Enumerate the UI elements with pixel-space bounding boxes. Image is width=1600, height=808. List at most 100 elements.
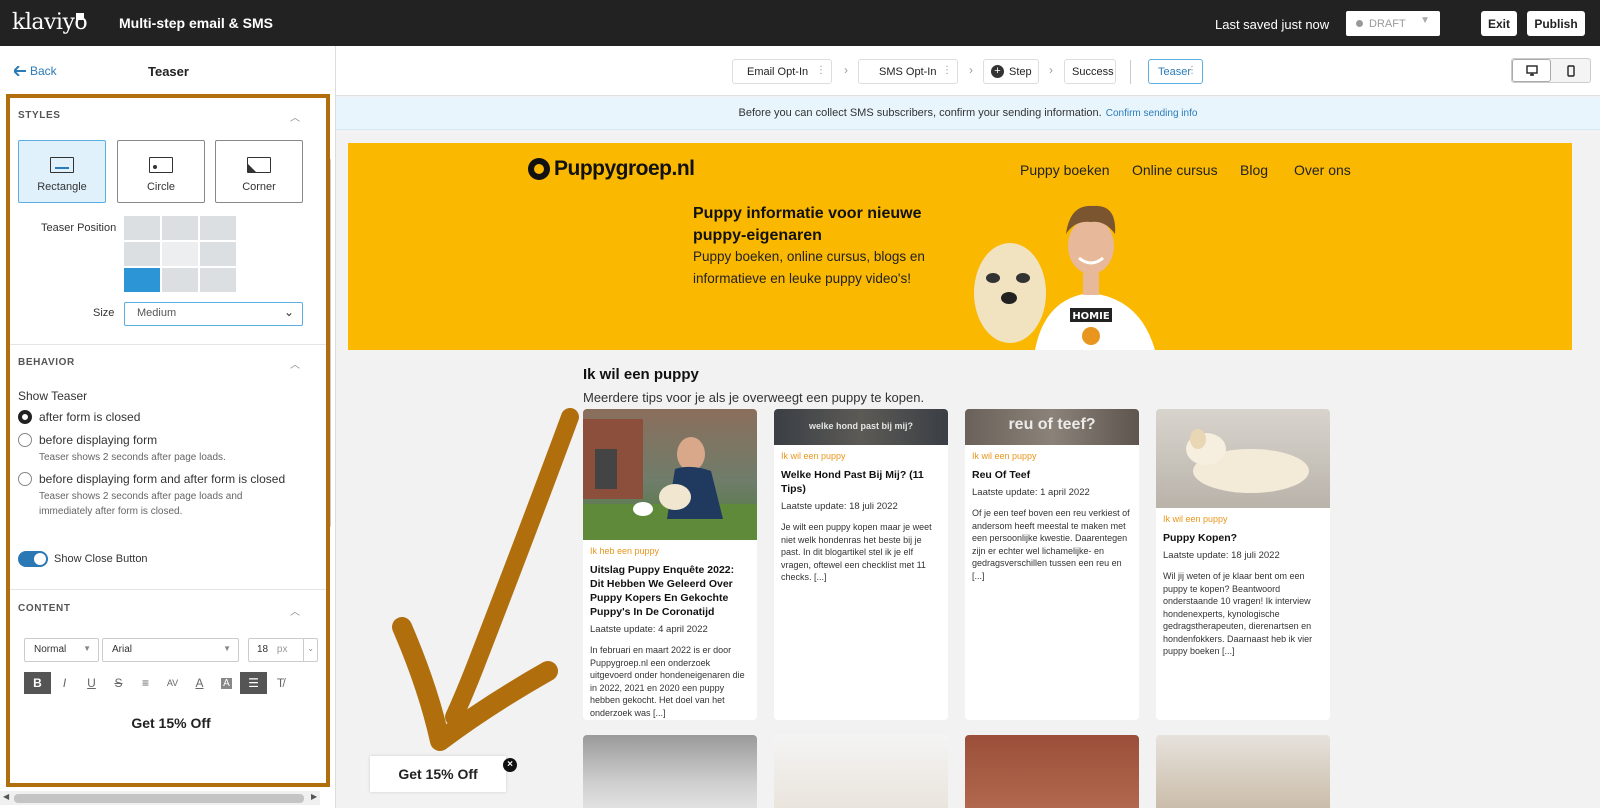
chevron-down-icon: ▼ [83, 644, 91, 653]
italic-icon[interactable]: I [51, 672, 78, 694]
card-excerpt: Of je een teef boven een reu verkiest of… [972, 508, 1130, 581]
line-height-icon[interactable]: ≡ [132, 672, 159, 694]
back-link[interactable]: Back [14, 64, 57, 78]
position-top-right[interactable] [200, 216, 236, 240]
chevron-up-icon[interactable]: ︿ [290, 603, 300, 618]
letter-spacing-icon[interactable]: AV [159, 672, 186, 694]
step-success[interactable]: Success [1064, 59, 1116, 84]
card-title[interactable]: Puppy Kopen? [1163, 531, 1323, 545]
strikethrough-icon[interactable]: S [105, 672, 132, 694]
kebab-menu-icon[interactable]: ⋮ [816, 65, 826, 76]
hero-heading: Puppy informatie voor nieuwe puppy-eigen… [693, 205, 922, 244]
radio-before-displaying-form[interactable]: before displaying form Teaser shows 2 se… [18, 433, 226, 465]
step-sms-opt-in[interactable]: SMS Opt-In ⋮ [858, 59, 958, 84]
blog-card-cropped[interactable] [965, 735, 1139, 808]
font-dropdown[interactable]: Arial ▼ [102, 638, 239, 662]
card-photo-illustration [583, 419, 757, 540]
section-heading: Ik wil een puppy [583, 366, 699, 383]
style-option-corner[interactable]: Corner [215, 140, 303, 203]
kebab-menu-icon[interactable]: ⋮ [1187, 65, 1197, 76]
nav-over-ons[interactable]: Over ons [1294, 162, 1351, 178]
card-category[interactable]: Ik wil een puppy [1163, 514, 1323, 524]
corner-icon [247, 157, 271, 173]
position-middle-right[interactable] [200, 242, 236, 266]
step-teaser[interactable]: Teaser ⋮ [1148, 59, 1203, 84]
size-select[interactable]: Medium ⌄ [124, 302, 303, 326]
exit-button[interactable]: Exit [1481, 11, 1517, 36]
bold-icon[interactable]: B [24, 672, 51, 694]
site-logo-text: Puppygroep.nl [554, 157, 695, 180]
radio-before-and-after-form[interactable]: before displaying form and after form is… [18, 472, 285, 519]
kebab-menu-icon[interactable]: ⋮ [942, 65, 952, 76]
position-bottom-center[interactable] [162, 268, 198, 292]
radio-button[interactable] [18, 410, 32, 424]
publish-button[interactable]: Publish [1527, 11, 1585, 36]
style-label: Rectangle [37, 181, 87, 193]
card-photo: welke hond past bij mij? [774, 409, 948, 445]
highlight-color-icon[interactable]: A [213, 672, 240, 694]
radio-button[interactable] [18, 472, 32, 486]
card-title[interactable]: Uitslag Puppy Enquête 2022: Dit Hebben W… [590, 563, 750, 619]
position-bottom-left[interactable] [124, 268, 160, 292]
step-label: Success [1072, 65, 1114, 78]
add-step-button[interactable]: + Step [983, 59, 1039, 84]
nav-online-cursus[interactable]: Online cursus [1132, 162, 1218, 178]
blog-card-cropped[interactable] [1156, 735, 1330, 808]
blog-card[interactable]: reu of teef? Ik wil een puppy Reu Of Tee… [965, 409, 1139, 720]
site-logo: Puppygroep.nl [528, 157, 695, 181]
blog-card[interactable]: Ik wil een puppy Puppy Kopen? Laatste up… [1156, 409, 1330, 720]
scroll-right-icon[interactable]: ▶ [311, 792, 317, 801]
scroll-left-icon[interactable]: ◀ [3, 792, 9, 801]
chevron-down-icon[interactable]: ⌄ [303, 639, 314, 661]
radio-after-form-closed[interactable]: after form is closed [18, 410, 140, 424]
font-size-value: 18 [257, 644, 269, 655]
confirm-sending-info-link[interactable]: Confirm sending info [1106, 108, 1198, 119]
style-option-circle[interactable]: Circle [117, 140, 205, 203]
status-dropdown[interactable]: DRAFT ▼ [1346, 11, 1440, 36]
nav-blog[interactable]: Blog [1240, 162, 1268, 178]
teaser-button[interactable]: Get 15% Off [370, 756, 506, 792]
card-title[interactable]: Reu Of Teef [972, 468, 1132, 482]
clear-formatting-icon[interactable]: T̸ [267, 672, 294, 694]
chevron-up-icon[interactable]: ︿ [290, 356, 300, 371]
card-photo [583, 409, 757, 540]
blog-card[interactable]: welke hond past bij mij? Ik wil een pupp… [774, 409, 948, 720]
form-title[interactable]: Multi-step email & SMS [119, 15, 273, 31]
mobile-icon[interactable] [1551, 59, 1590, 82]
card-category[interactable]: Ik wil een puppy [972, 451, 1132, 461]
text-color-icon[interactable]: A [186, 672, 213, 694]
scrollbar-thumb[interactable] [14, 794, 304, 803]
nav-puppy-boeken[interactable]: Puppy boeken [1020, 162, 1110, 178]
close-icon[interactable]: × [503, 758, 517, 772]
horizontal-scrollbar[interactable]: ◀ ▶ [0, 791, 320, 805]
panel-title: Teaser [148, 64, 189, 79]
size-label: Size [93, 307, 115, 319]
show-close-button-toggle[interactable] [18, 551, 48, 567]
position-top-left[interactable] [124, 216, 160, 240]
card-date: Laatste update: 18 juli 2022 [1163, 550, 1280, 561]
blog-card-cropped[interactable] [774, 735, 948, 808]
blog-card-cropped[interactable] [583, 735, 757, 808]
font-size-input[interactable]: 18 px ⌄ [248, 638, 318, 662]
text-style-dropdown[interactable]: Normal ▼ [24, 638, 99, 662]
blog-card[interactable]: Ik heb een puppy Uitslag Puppy Enquête 2… [583, 409, 757, 720]
desktop-icon[interactable] [1512, 59, 1551, 82]
card-category[interactable]: Ik heb een puppy [590, 546, 750, 556]
card-title[interactable]: Welke Hond Past Bij Mij? (11 Tips) [781, 468, 941, 496]
position-center [162, 242, 198, 266]
align-center-icon[interactable]: ☰ [240, 672, 267, 694]
site-hero: Puppygroep.nl Puppy boeken Online cursus… [348, 143, 1572, 350]
teaser-text-editor[interactable]: Get 15% Off [18, 715, 324, 731]
style-label: Circle [146, 181, 176, 193]
chevron-up-icon[interactable]: ︿ [290, 109, 300, 124]
radio-button[interactable] [18, 433, 32, 447]
underline-icon[interactable]: U [78, 672, 105, 694]
style-option-rectangle[interactable]: Rectangle [18, 140, 106, 203]
radio-description: Teaser shows 2 seconds after page loads. [39, 452, 226, 463]
position-bottom-right[interactable] [200, 268, 236, 292]
position-top-center[interactable] [162, 216, 198, 240]
card-category[interactable]: Ik wil een puppy [781, 451, 941, 461]
step-email-opt-in[interactable]: Email Opt-In ⋮ [732, 59, 832, 84]
chevron-down-icon: ▼ [1420, 15, 1430, 26]
position-middle-left[interactable] [124, 242, 160, 266]
